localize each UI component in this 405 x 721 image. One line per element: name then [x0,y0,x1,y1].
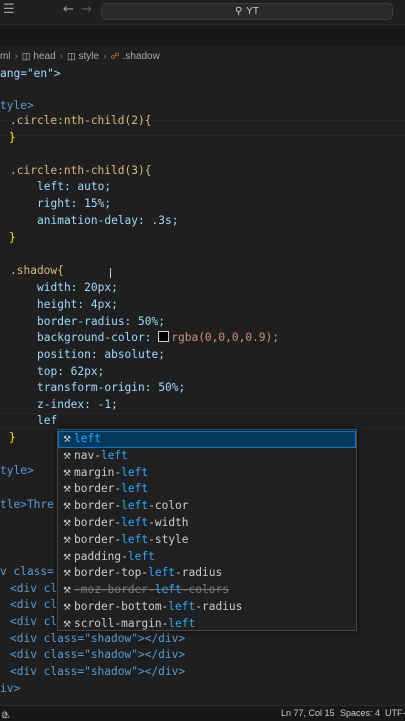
editor-tab-bar [0,24,405,47]
code-line: left: auto; [37,180,112,193]
suggestion-label: scroll-margin-left [74,616,196,630]
suggestion-item[interactable]: ⚒ nav-left [58,448,356,465]
suggestion-item[interactable]: ⚒ left [58,431,356,448]
suggestion-label: padding-left [74,549,155,563]
chevron-right-icon: › [59,50,64,62]
search-text: YT [246,6,260,17]
wrench-icon: ⚒ [62,535,72,546]
wrench-icon: ⚒ [62,502,72,513]
wrench-icon: ⚒ [62,619,72,630]
code-line: top: 62px; [37,365,105,378]
search-icon: ⚲ [234,6,243,17]
code-line: transform-origin: 50%; [37,381,186,394]
code-line: tyle> [0,99,34,112]
wrench-icon: ⚒ [62,451,72,462]
current-line-highlight [0,413,405,429]
wrench-icon: ⚒ [62,552,72,563]
wrench-icon: ⚒ [62,603,72,613]
code-line: .shadow{ [10,264,64,277]
forward-arrow-icon[interactable]: → [81,2,92,17]
menu-icon[interactable]: ☰ [3,2,15,17]
code-line: height: 4px; [37,298,118,311]
indentation-status[interactable]: Spaces: 4 [340,708,380,718]
breadcrumb-item-style[interactable]: style [79,51,100,62]
wrench-icon: ⚒ [62,519,72,529]
code-line: width: 20px; [37,281,118,294]
code-line: v class= [0,565,54,578]
wrench-icon: ⚒ [62,468,72,479]
code-line: } [9,131,16,144]
wrench-icon: ⚒ [62,586,72,597]
suggestion-label: border-left-width [74,516,189,529]
suggestion-label: left [74,432,101,445]
breadcrumb-item-shadow[interactable]: .shadow [123,51,160,62]
code-line: <div class="shadow"></div> [10,665,186,678]
code-line: background-color: rgba(0,0,0,0.9); [37,331,280,344]
wrench-icon: ⚒ [62,435,72,445]
element-icon: ◫ [21,50,31,61]
code-line: <div cl [10,582,58,595]
suggestion-item[interactable]: ⚒ border-top-left-radius [58,565,356,582]
suggestion-label: margin-left [74,465,149,479]
suggestion-label: border-left-color [74,499,189,513]
suggestion-label: border-bottom-left-radius [74,600,243,613]
code-line: <div class="shadow"></div> [10,632,186,645]
suggestion-label: border-top-left-radius [74,566,223,580]
encoding-status[interactable]: UTF- [385,708,405,718]
code-line: position: absolute; [37,348,165,361]
suggestion-item[interactable]: ⚒ margin-left [58,465,356,482]
suggestion-item[interactable]: ⚒ border-left-style [58,532,356,549]
suggestion-item[interactable]: ⚒ scroll-margin-left [58,616,356,633]
wrench-icon: ⚒ [62,485,72,496]
code-line-active[interactable]: lef [37,413,57,429]
code-line: tle>Thre [0,498,54,511]
code-line: } [9,431,16,444]
suggestion-item[interactable]: ⚒ -moz-border-left-colors [58,582,356,599]
suggestion-item[interactable]: ⚒ border-left-width [58,515,356,532]
cursor-position[interactable]: Ln 77, Col 15 [281,708,335,718]
code-line: iv> [0,682,21,695]
code-line: z-index: -1; [37,398,118,411]
status-bar: ⚠ 0 Ln 77, Col 15 Spaces: 4 UTF- [0,705,405,721]
code-line: ang="en"> [0,67,61,80]
suggestion-label: nav-left [74,448,128,462]
code-line: border-radius: 50%; [37,315,165,328]
code-line: animation-delay: .3s; [37,214,179,227]
mouse-ibeam-cursor [110,268,111,278]
selector-icon: ☍ [110,50,120,61]
command-center-search[interactable]: ⚲ YT [101,3,393,20]
code-line: <div cl [10,598,58,611]
code-line: .circle:nth-child(2){ [10,114,152,127]
title-bar: ☰ ← → ⚲ YT [0,0,405,24]
suggestion-item[interactable]: ⚒ border-left-color [58,498,356,515]
code-line: right: 15%; [37,197,112,210]
suggestion-item[interactable]: ⚒ border-bottom-left-radius [58,599,356,616]
breadcrumb-item-html[interactable]: ml [0,51,11,62]
element-icon: ◫ [67,50,76,61]
suggestion-label: -moz-border-left-colors [74,583,229,597]
chevron-right-icon: › [14,50,18,62]
suggestion-item[interactable]: ⚒ border-left [58,481,356,498]
back-arrow-icon[interactable]: ← [63,2,74,17]
breadcrumb-item-head[interactable]: head [33,51,55,62]
breadcrumb: ml › ◫ head › ◫ style › ☍ .shadow [0,47,160,65]
code-line: .circle:nth-child(3){ [10,164,152,177]
color-swatch[interactable] [158,331,170,342]
wrench-icon: ⚒ [62,569,72,580]
suggestion-item[interactable]: ⚒ padding-left [58,549,356,566]
code-line: <div class="shadow"></div> [10,648,186,661]
suggestion-widget[interactable]: ⚒ left ⚒ nav-left ⚒ margin-left ⚒ border-left ⚒ b… [57,429,357,631]
chevron-right-icon: › [103,50,107,62]
suggestion-label: border-left [74,482,149,496]
code-line: } [9,231,16,244]
suggestion-label: border-left-style [74,532,189,546]
code-line: <div cl [10,615,58,628]
code-line: tyle> [0,464,34,477]
